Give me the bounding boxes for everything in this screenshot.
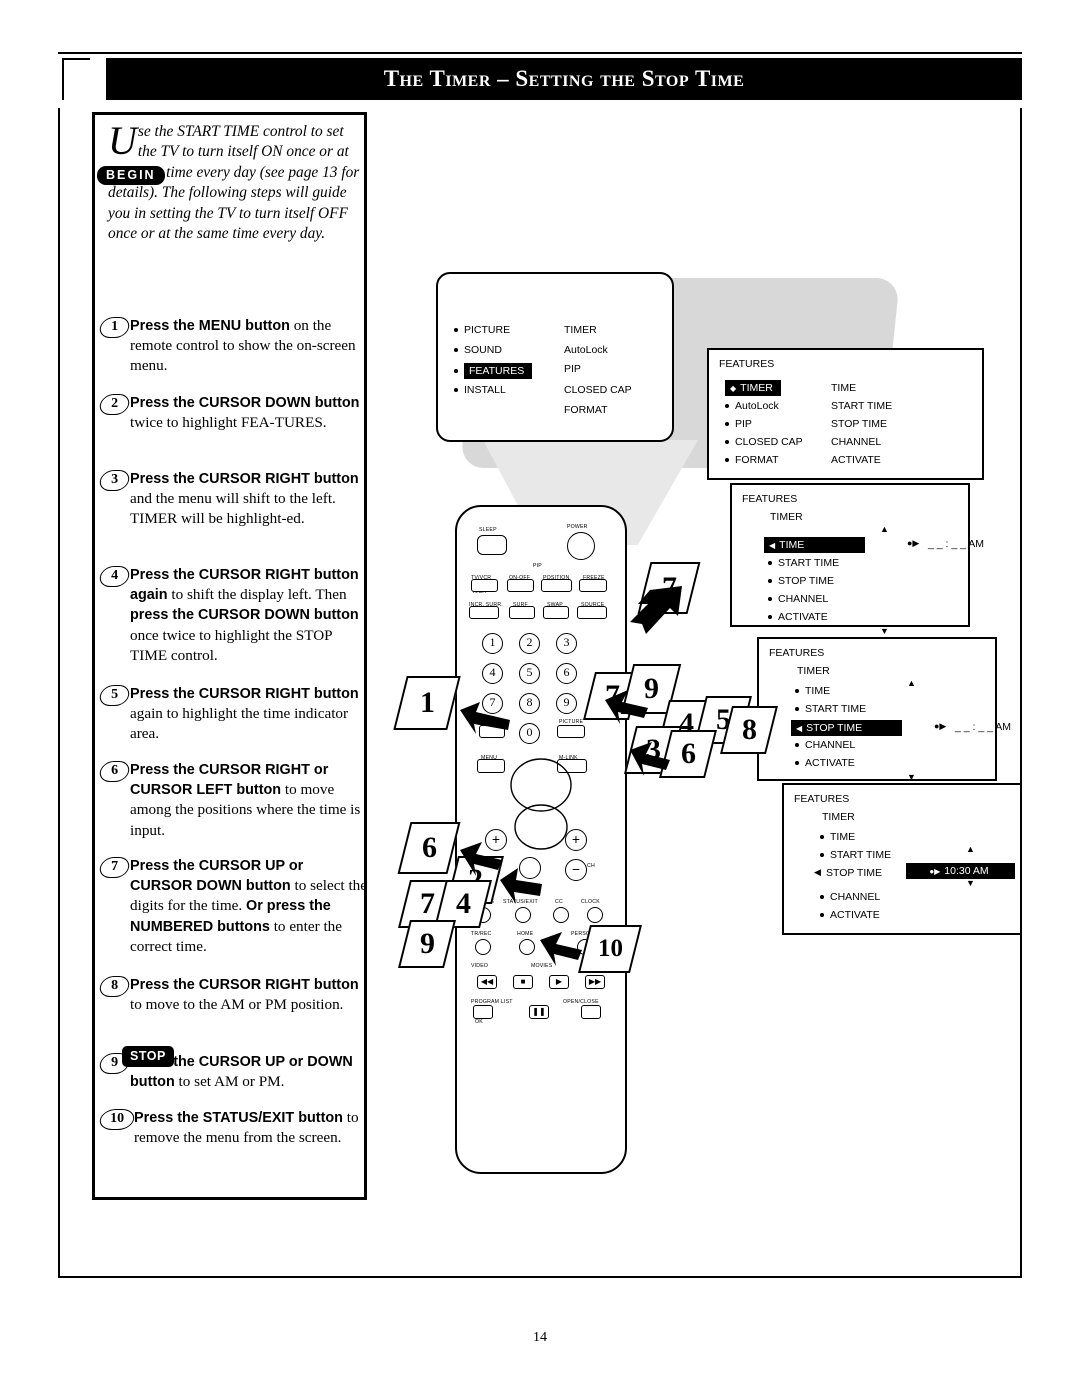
menu4-down-arrow-icon: ▼ (907, 772, 916, 782)
step-1-text: Press the MENU button on the remote cont… (130, 317, 356, 375)
menu2-item-3[interactable]: CLOSED CAP (735, 436, 803, 448)
menu4-cursor-icon: ●▶ (934, 721, 947, 731)
page-title: The Timer – Setting the Stop Time (106, 58, 1022, 100)
page-number: 14 (533, 1330, 547, 1345)
header-rule (58, 52, 1022, 54)
step-2-number: 2 (97, 394, 132, 415)
intro-dropcap: U (108, 118, 137, 163)
menu2-right-1[interactable]: START TIME (831, 400, 892, 412)
menu3-cursor-icon: ●▶ (907, 538, 920, 548)
menu2-title: FEATURES (719, 358, 775, 370)
step-7-number: 7 (97, 857, 132, 878)
menu2-item-4[interactable]: FORMAT (735, 454, 779, 466)
menu4-item-2[interactable]: ◀ STOP TIME (791, 720, 902, 736)
step-6-text: Press the CURSOR RIGHT or CURSOR LEFT bu… (130, 762, 361, 839)
step-4: 4 Press the CURSOR RIGHT button again to… (97, 565, 368, 666)
menu3-title: FEATURES (742, 493, 798, 505)
menu1-item-3[interactable]: INSTALL (464, 384, 506, 396)
step-4-number: 4 (97, 566, 132, 587)
remote-key-pause[interactable]: ❚❚ (529, 1005, 549, 1019)
menu1-right-0[interactable]: TIMER (564, 324, 597, 336)
menu5-up-arrow-icon: ▲ (966, 844, 975, 854)
remote-key-program-list[interactable] (473, 1005, 493, 1019)
menu5-subtitle: TIMER (822, 811, 855, 823)
step-2-text: Press the CURSOR DOWN button twice to hi… (130, 395, 360, 432)
menu3-down-arrow-icon: ▼ (880, 626, 889, 636)
menu1-item-1[interactable]: SOUND (464, 344, 502, 356)
begin-badge: BEGIN (97, 166, 165, 185)
step-1: 1 Press the MENU button on the remote co… (97, 316, 368, 377)
step-8: 8 Press the CURSOR RIGHT button to move … (97, 975, 368, 1015)
step-8-text: Press the CURSOR RIGHT button to move to… (130, 977, 359, 1014)
menu4-item-1[interactable]: START TIME (805, 703, 866, 715)
step-5-text: Press the CURSOR RIGHT button again to h… (130, 686, 359, 743)
menu1-item-0[interactable]: PICTURE (464, 324, 510, 336)
stop-badge: STOP (122, 1046, 174, 1067)
step-5: 5 Press the CURSOR RIGHT button again to… (97, 684, 368, 745)
menu5-down-arrow-icon: ▼ (966, 878, 975, 888)
menu2-right-0[interactable]: TIME (831, 382, 856, 394)
osd-menu-timer-stoptime-value: FEATURES TIMER TIME START TIME ▲ ◀ STOP … (782, 783, 1022, 935)
menu5-item-2[interactable]: STOP TIME (826, 867, 882, 879)
menu1-right-4[interactable]: FORMAT (564, 404, 608, 416)
menu5-item-4[interactable]: ACTIVATE (830, 909, 880, 921)
step-10-number: 10 (97, 1109, 137, 1130)
step-6-number: 6 (97, 761, 132, 782)
menu1-right-3[interactable]: CLOSED CAP (564, 384, 632, 396)
menu2-item-1[interactable]: AutoLock (735, 400, 779, 412)
page-title-text: The Timer – Setting the Stop Time (383, 66, 745, 91)
osd-menu-timer-stoptime: FEATURES TIMER ▲ TIME START TIME ◀ STOP T… (757, 637, 1011, 782)
step-7: 7 Press the CURSOR UP or CURSOR DOWN but… (97, 856, 368, 957)
step-10: 10 Press the STATUS/EXIT button to remov… (97, 1108, 368, 1148)
menu1-right-2[interactable]: PIP (564, 363, 581, 375)
menu4-item-3[interactable]: CHANNEL (805, 739, 855, 751)
menu3-up-arrow-icon: ▲ (880, 524, 889, 534)
step-8-number: 8 (97, 976, 132, 997)
remote-key-open-close[interactable] (581, 1005, 601, 1019)
menu5-title: FEATURES (794, 793, 850, 805)
menu4-up-arrow-icon: ▲ (907, 678, 916, 688)
step-6: 6 Press the CURSOR RIGHT or CURSOR LEFT … (97, 760, 368, 841)
step-10-text: Press the STATUS/EXIT button to remove t… (134, 1109, 359, 1147)
menu2-right-4[interactable]: ACTIVATE (831, 454, 881, 466)
menu5-value[interactable]: ●▶ 10:30 AM (906, 863, 1015, 879)
menu2-right-3[interactable]: CHANNEL (831, 436, 881, 448)
menu2-item-0[interactable]: ◆ TIMER (725, 380, 781, 396)
step-1-number: 1 (97, 317, 132, 338)
menu2-item-2[interactable]: PIP (735, 418, 752, 430)
remote-label-sleep: SLEEP (479, 527, 497, 533)
step-3-text: Press the CURSOR RIGHT button and the me… (130, 471, 359, 528)
step-4-text: Press the CURSOR RIGHT button again to s… (130, 567, 359, 664)
menu1-right-1[interactable]: AutoLock (564, 344, 608, 356)
osd-menu-main: PICTURE SOUND FEATURES INSTALL TIMER Aut… (436, 272, 674, 442)
page-root: The Timer – Setting the Stop Time Use th… (0, 0, 1080, 1397)
remote-label-ok: OK (475, 1019, 483, 1025)
remote-label-power: POWER (567, 524, 588, 530)
step-3: 3 Press the CURSOR RIGHT button and the … (97, 469, 368, 530)
menu2-right-2[interactable]: STOP TIME (831, 418, 887, 430)
step-2: 2 Press the CURSOR DOWN button twice to … (97, 393, 368, 433)
menu3-value[interactable]: _ _ : _ _ AM (928, 538, 984, 550)
menu4-item-4[interactable]: ACTIVATE (805, 757, 855, 769)
osd-menu-features: FEATURES ◆ TIMER AutoLock PIP CLOSED CAP … (707, 348, 984, 480)
menu3-subtitle: TIMER (770, 511, 803, 523)
menu5-left-cursor-icon: ◀ (814, 867, 821, 877)
corner-mark (62, 58, 90, 100)
step-3-number: 3 (97, 470, 132, 491)
menu5-item-1[interactable]: START TIME (830, 849, 891, 861)
callout-arrows (460, 586, 682, 966)
menu1-item-2[interactable]: FEATURES (464, 363, 533, 379)
menu4-subtitle: TIMER (797, 665, 830, 677)
menu4-item-0[interactable]: TIME (805, 685, 830, 697)
step-5-number: 5 (97, 685, 132, 706)
menu5-item-3[interactable]: CHANNEL (830, 891, 880, 903)
menu5-item-0[interactable]: TIME (830, 831, 855, 843)
step-7-text: Press the CURSOR UP or CURSOR DOWN butto… (130, 858, 368, 955)
menu4-value[interactable]: _ _ : _ _ AM (955, 721, 1011, 733)
